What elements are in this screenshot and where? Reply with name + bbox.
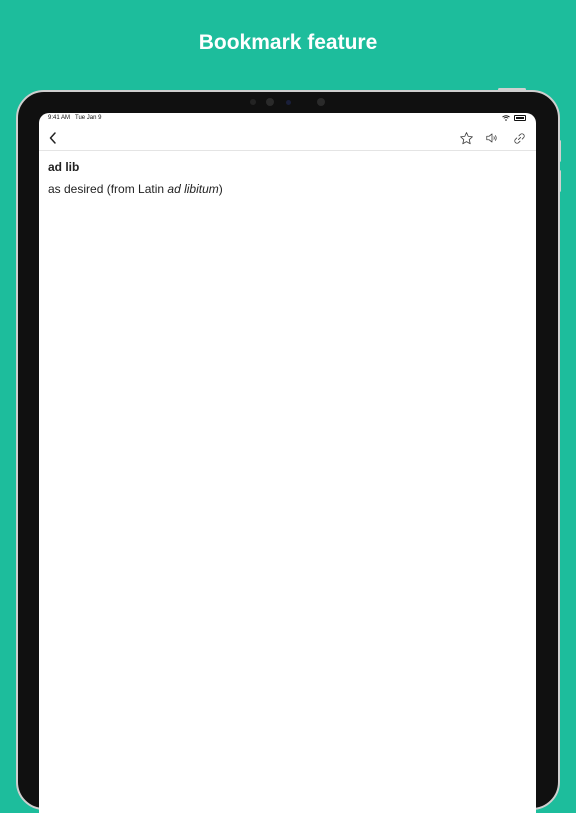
sensor-dot [317, 98, 325, 106]
speaker-icon [486, 133, 497, 143]
status-date: Tue Jan 9 [75, 115, 102, 121]
battery-icon [514, 115, 526, 121]
sensor-dot [250, 99, 256, 105]
star-icon [459, 131, 473, 144]
promo-headline: Bookmark feature [198, 31, 378, 54]
definition-latin-term: ad libitum [167, 182, 219, 196]
sensor-dot [266, 98, 274, 106]
share-link-button[interactable] [510, 129, 528, 147]
entry-content: ad lib as desired (from Latin ad libitum… [48, 160, 528, 196]
definition-text-end: ) [218, 182, 223, 196]
bookmark-button[interactable] [457, 129, 475, 147]
entry-definition: as desired (from Latin ad libitum) [48, 182, 528, 196]
status-time: 9:41 AM [48, 115, 71, 121]
wifi-icon [502, 115, 510, 121]
link-icon [513, 132, 525, 144]
camera-bar [246, 96, 332, 108]
status-indicators [502, 115, 526, 121]
camera-lens [286, 99, 291, 105]
app-screen: 9:41 AM Tue Jan 9 ad lib as desired (fro… [39, 113, 536, 813]
entry-term: ad lib [48, 160, 80, 174]
chevron-left-icon [49, 132, 56, 144]
definition-text: as desired (from Latin [48, 182, 168, 196]
navigation-bar [39, 126, 536, 151]
back-button[interactable] [45, 130, 61, 146]
status-bar: 9:41 AM Tue Jan 9 [39, 113, 536, 125]
pronounce-button[interactable] [483, 129, 501, 147]
